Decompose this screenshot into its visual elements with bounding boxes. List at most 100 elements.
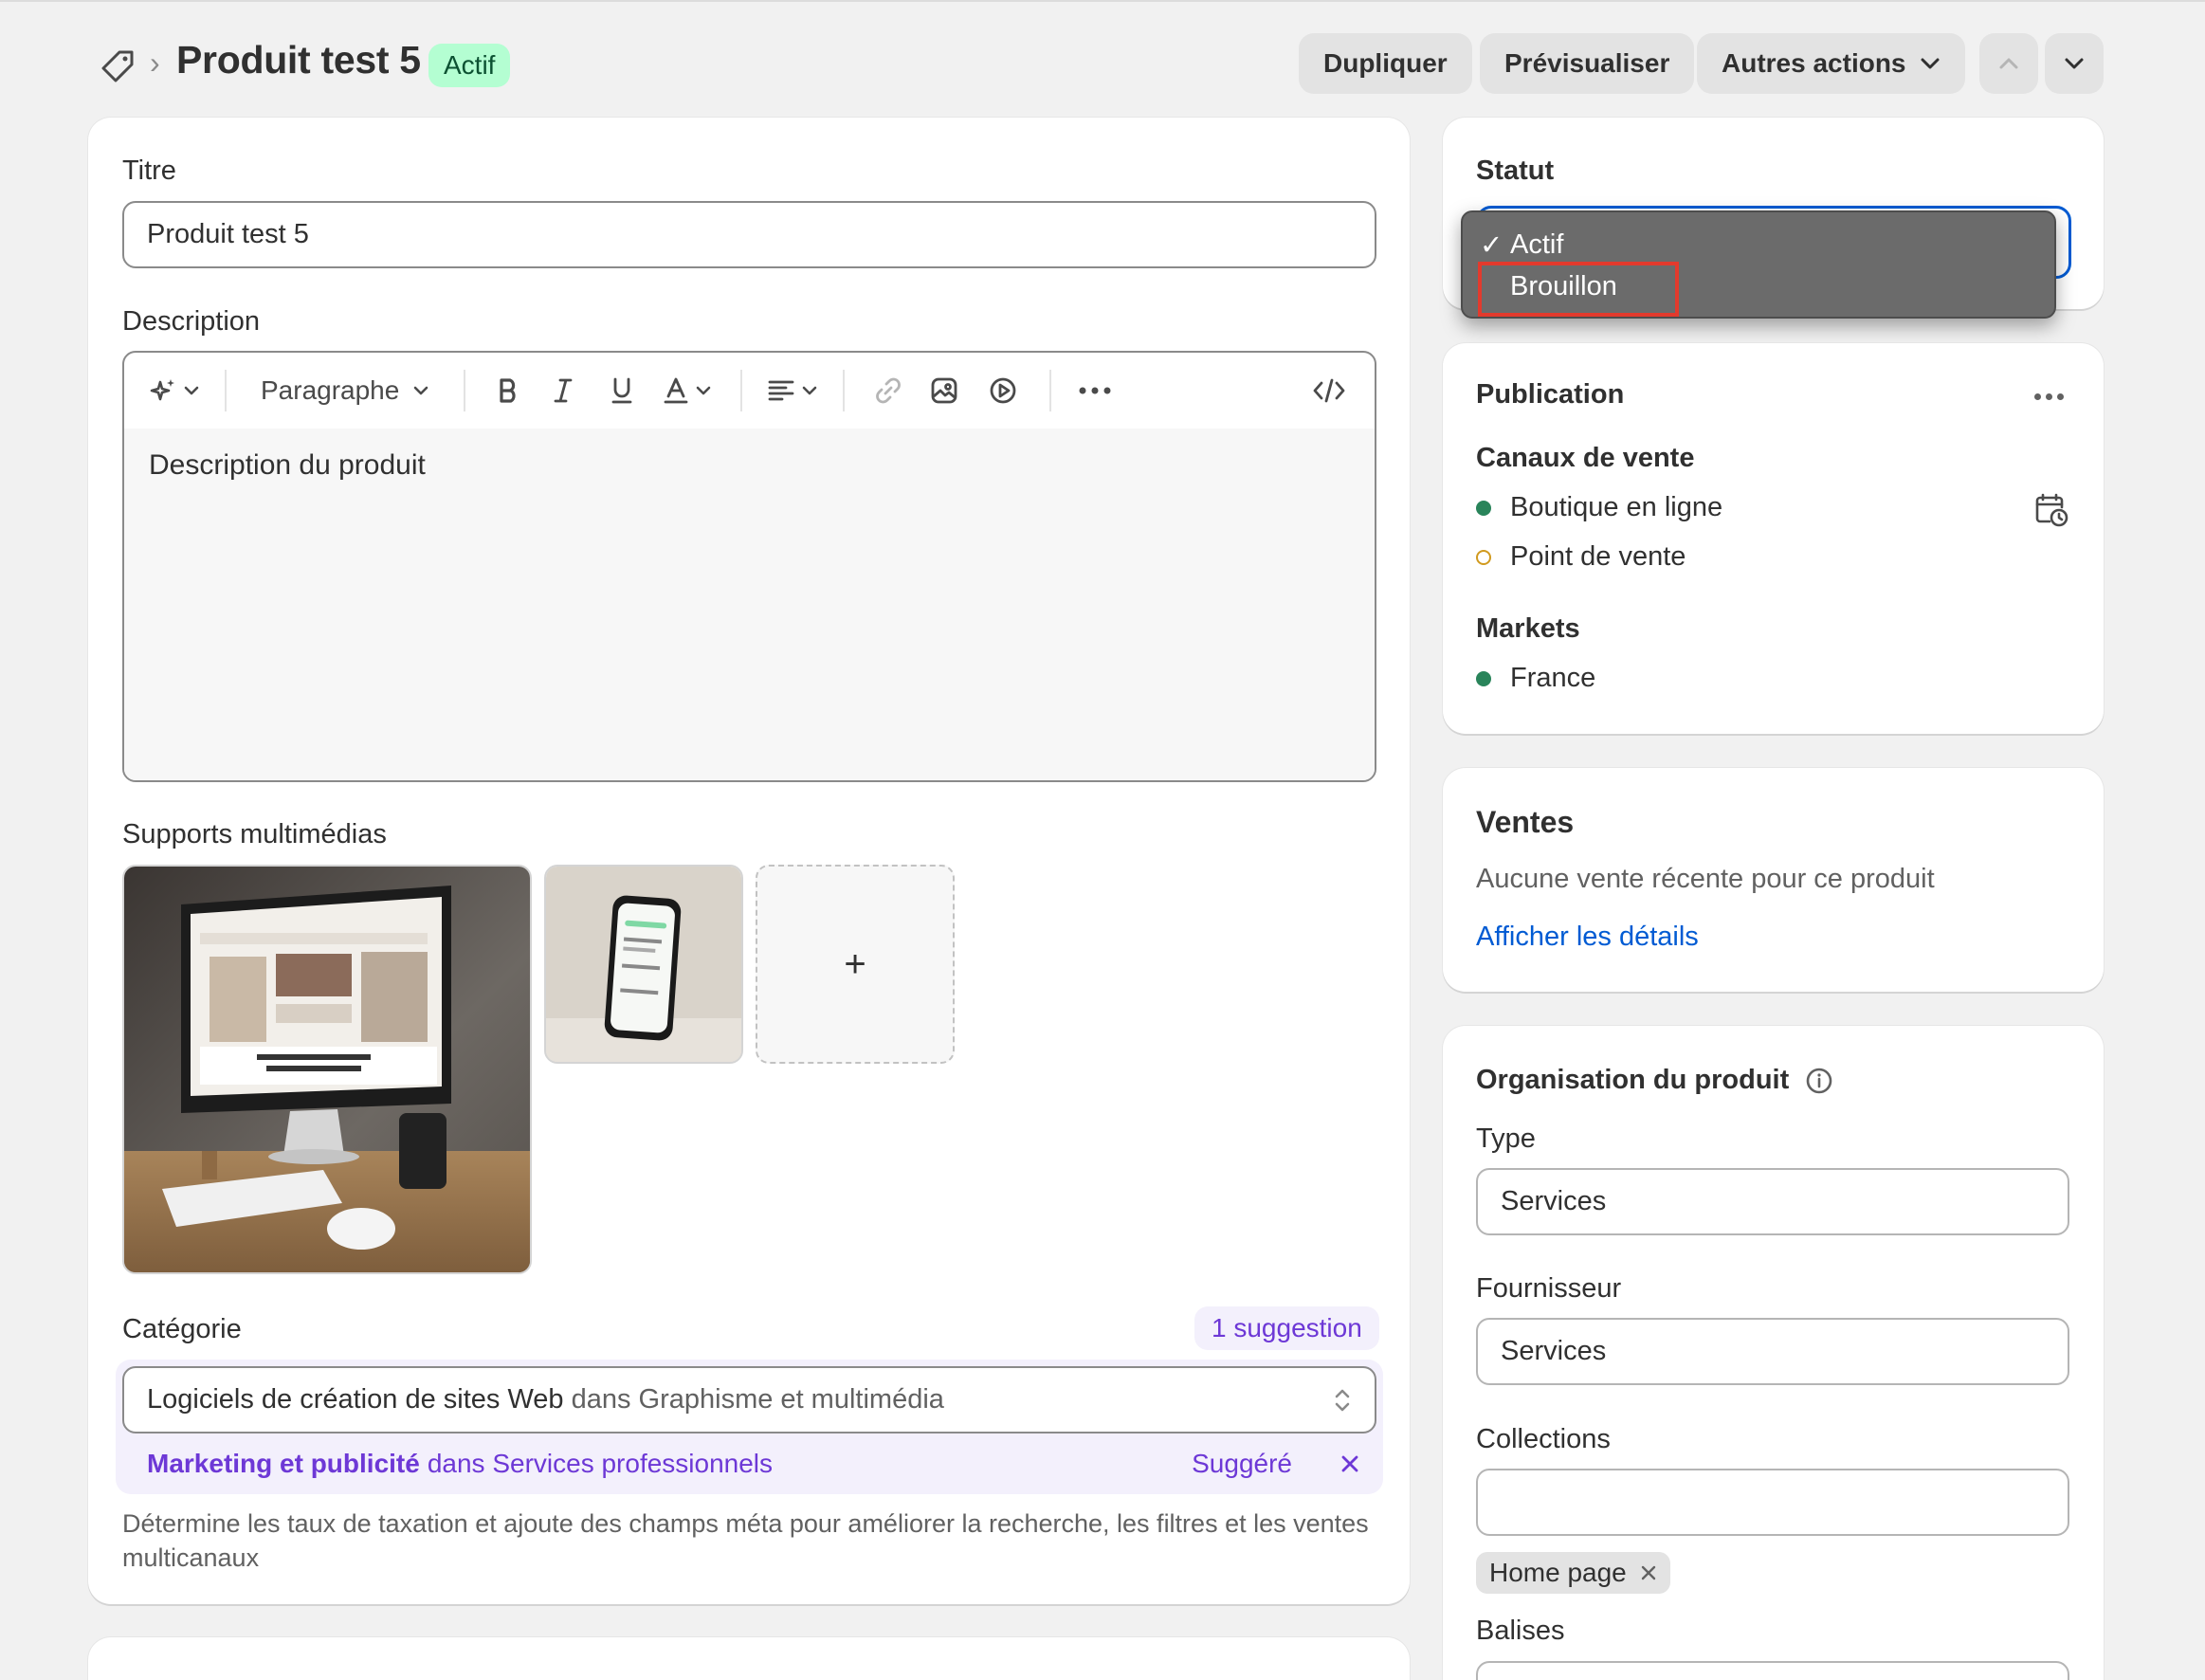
text-color-icon bbox=[664, 377, 688, 404]
sales-empty-text: Aucune vente récente pour ce produit bbox=[1476, 864, 1935, 894]
underline-button[interactable] bbox=[592, 364, 651, 417]
format-select[interactable]: Paragraphe bbox=[244, 364, 446, 417]
add-media-button[interactable]: + bbox=[756, 865, 955, 1064]
tags-label: Balises bbox=[1476, 1616, 1565, 1646]
align-left-icon bbox=[768, 380, 794, 401]
type-input[interactable]: Services bbox=[1476, 1168, 2069, 1235]
insert-image-button[interactable] bbox=[915, 364, 974, 417]
chevron-down-icon bbox=[1921, 58, 1939, 69]
status-dot-active bbox=[1476, 670, 1491, 686]
highlight-box bbox=[1478, 262, 1679, 317]
description-textarea[interactable]: Description du produit bbox=[124, 429, 1375, 780]
info-icon[interactable] bbox=[1804, 1066, 1834, 1096]
previous-product-button[interactable] bbox=[1979, 33, 2038, 94]
organization-title: Organisation du produit bbox=[1476, 1065, 1834, 1096]
markets-label: Markets bbox=[1476, 613, 1580, 644]
media-label: Supports multimédias bbox=[122, 819, 387, 849]
suggested-tag: Suggéré bbox=[1192, 1449, 1292, 1478]
category-help-text: Détermine les taux de taxation et ajoute… bbox=[122, 1509, 1369, 1572]
more-actions-label: Autres actions bbox=[1722, 48, 1906, 78]
chevron-down-icon bbox=[803, 386, 817, 395]
preview-button[interactable]: Prévisualiser bbox=[1480, 33, 1695, 94]
underline-icon bbox=[611, 377, 632, 404]
collections-input[interactable] bbox=[1476, 1469, 2069, 1536]
vendor-value: Services bbox=[1501, 1336, 1607, 1366]
magic-button[interactable] bbox=[141, 364, 208, 417]
tag-icon[interactable] bbox=[99, 47, 137, 85]
remove-chip-icon[interactable] bbox=[1640, 1564, 1657, 1581]
dismiss-suggestion-icon[interactable] bbox=[1339, 1453, 1360, 1474]
suggested-category-main: Marketing et publicité bbox=[147, 1449, 420, 1478]
title-label: Titre bbox=[122, 155, 176, 186]
bold-icon bbox=[500, 378, 516, 403]
media-thumbnail-desktop[interactable] bbox=[122, 865, 532, 1274]
image-icon bbox=[931, 377, 957, 404]
schedule-calendar-icon[interactable] bbox=[2032, 491, 2070, 529]
html-source-button[interactable] bbox=[1301, 364, 1358, 417]
title-input-value: Produit test 5 bbox=[147, 219, 309, 249]
sales-title: Ventes bbox=[1476, 805, 1575, 839]
toolbar-divider bbox=[843, 370, 846, 411]
category-value: Logiciels de création de sites Web dans … bbox=[147, 1384, 944, 1415]
chevron-down-icon bbox=[414, 386, 428, 395]
page-header: › Produit test 5 Actif Dupliquer Prévisu… bbox=[0, 2, 2205, 125]
status-dot-active bbox=[1476, 500, 1491, 516]
sparkle-icon bbox=[150, 379, 174, 401]
category-value-context: dans Graphisme et multimédia bbox=[571, 1384, 944, 1415]
view-details-link[interactable]: Afficher les détails bbox=[1476, 922, 1699, 953]
media-thumbnail-phone[interactable] bbox=[544, 865, 743, 1064]
align-button[interactable] bbox=[759, 364, 826, 417]
toolbar-divider bbox=[464, 370, 466, 411]
type-value: Services bbox=[1501, 1186, 1607, 1216]
category-select[interactable]: Logiciels de création de sites Web dans … bbox=[122, 1366, 1376, 1433]
breadcrumb-chevron-icon: › bbox=[150, 46, 160, 80]
page-title: Produit test 5 bbox=[176, 38, 421, 82]
italic-button[interactable] bbox=[534, 364, 592, 417]
toolbar-divider bbox=[1049, 370, 1052, 411]
channel-point-of-sale: Point de vente bbox=[1476, 541, 1686, 573]
chevron-down-icon bbox=[2065, 58, 2084, 69]
editor-toolbar: Paragraphe bbox=[124, 353, 1375, 429]
vendor-input[interactable]: Services bbox=[1476, 1318, 2069, 1385]
phone-mockup-image bbox=[546, 867, 741, 1062]
link-icon bbox=[876, 377, 902, 404]
channel-label: Point de vente bbox=[1510, 541, 1686, 572]
suggested-category-row[interactable]: Marketing et publicité dans Services pro… bbox=[147, 1445, 1360, 1483]
more-formatting-button[interactable] bbox=[1068, 364, 1121, 417]
vendor-label: Fournisseur bbox=[1476, 1273, 1622, 1304]
market-france: France bbox=[1476, 663, 1595, 694]
status-option-actif[interactable]: ✓ Actif bbox=[1480, 224, 2037, 265]
format-select-value: Paragraphe bbox=[261, 375, 400, 405]
status-label: Statut bbox=[1476, 155, 1555, 186]
desktop-mockup-image bbox=[124, 867, 530, 1272]
status-dot-inactive bbox=[1476, 549, 1491, 565]
channel-label: Boutique en ligne bbox=[1510, 492, 1723, 522]
chevron-up-icon bbox=[1999, 58, 2018, 69]
description-text: Description du produit bbox=[149, 449, 426, 481]
text-color-button[interactable] bbox=[651, 364, 723, 417]
collection-chip-label: Home page bbox=[1489, 1558, 1627, 1587]
description-editor: Paragraphe Description du produit bbox=[122, 351, 1376, 782]
description-label: Description bbox=[122, 306, 261, 337]
suggestion-badge[interactable]: 1 suggestion bbox=[1194, 1306, 1379, 1350]
organization-title-text: Organisation du produit bbox=[1476, 1065, 1790, 1095]
category-label: Catégorie bbox=[122, 1314, 242, 1344]
bold-button[interactable] bbox=[483, 364, 534, 417]
toolbar-divider bbox=[740, 370, 743, 411]
category-value-main: Logiciels de création de sites Web bbox=[147, 1384, 564, 1415]
link-button[interactable] bbox=[862, 364, 915, 417]
title-input[interactable]: Produit test 5 bbox=[122, 201, 1376, 268]
tags-input[interactable] bbox=[1476, 1661, 2069, 1680]
collection-chip: Home page bbox=[1476, 1552, 1670, 1594]
duplicate-button[interactable]: Dupliquer bbox=[1299, 33, 1472, 94]
more-horizontal-icon[interactable] bbox=[2034, 385, 2068, 408]
type-label: Type bbox=[1476, 1123, 1536, 1154]
checkmark-icon: ✓ bbox=[1480, 229, 1503, 261]
toolbar-divider bbox=[225, 370, 227, 411]
more-actions-button[interactable]: Autres actions bbox=[1697, 33, 1965, 94]
insert-video-button[interactable] bbox=[974, 364, 1032, 417]
collections-label: Collections bbox=[1476, 1424, 1611, 1454]
channel-online-store: Boutique en ligne bbox=[1476, 492, 1722, 523]
next-product-button[interactable] bbox=[2045, 33, 2104, 94]
add-media-symbol: + bbox=[844, 942, 866, 985]
